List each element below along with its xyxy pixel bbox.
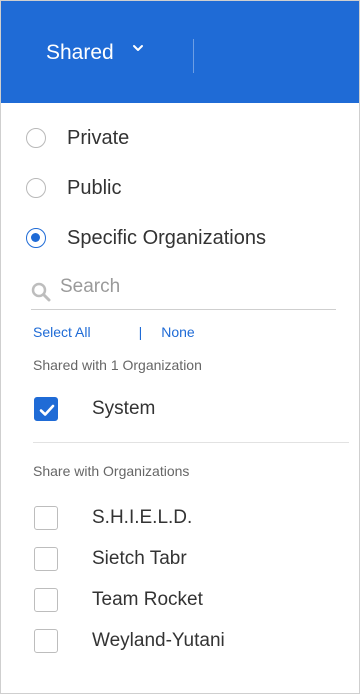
checkmark-icon	[39, 404, 55, 416]
radio-specific-organizations-control[interactable]	[26, 228, 46, 248]
share-section-label: Share with Organizations	[33, 463, 190, 479]
organization-search[interactable]: Search	[31, 271, 336, 310]
org-label-weyland-yutani: Weyland-Yutani	[92, 630, 225, 651]
radio-public-control[interactable]	[26, 178, 46, 198]
bulk-select-links: Select All | None	[33, 324, 195, 340]
org-label-system: System	[92, 398, 156, 419]
org-label-shield: S.H.I.E.L.D.	[92, 507, 193, 528]
org-label-team-rocket: Team Rocket	[92, 589, 203, 610]
link-separator: |	[138, 324, 143, 340]
radio-specific-organizations-label: Specific Organizations	[67, 226, 266, 249]
select-all-link[interactable]: Select All	[33, 324, 91, 340]
org-checkbox-shield[interactable]	[34, 506, 58, 530]
radio-private[interactable]: Private	[26, 125, 129, 151]
shared-section-label: Shared with 1 Organization	[33, 357, 202, 373]
radio-public[interactable]: Public	[26, 175, 121, 201]
select-none-link[interactable]: None	[161, 324, 194, 340]
radio-private-control[interactable]	[26, 128, 46, 148]
sharing-dropdown-label[interactable]: Shared	[46, 41, 114, 65]
chevron-down-icon[interactable]	[131, 43, 145, 55]
radio-public-label: Public	[67, 176, 122, 199]
org-item-weyland-yutani[interactable]: Weyland-Yutani	[34, 626, 225, 656]
org-label-sietch-tabr: Sietch Tabr	[92, 548, 187, 569]
search-input-placeholder[interactable]: Search	[60, 276, 120, 298]
radio-private-label: Private	[67, 126, 130, 149]
section-divider	[33, 442, 349, 443]
sharing-panel: Shared Private Public Specific Organizat…	[0, 0, 360, 694]
sharing-header: Shared	[1, 1, 359, 103]
org-checkbox-system[interactable]	[34, 397, 58, 421]
org-checkbox-team-rocket[interactable]	[34, 588, 58, 612]
org-item-team-rocket[interactable]: Team Rocket	[34, 585, 203, 615]
search-icon	[31, 282, 51, 302]
org-item-shield[interactable]: S.H.I.E.L.D.	[34, 503, 192, 533]
header-divider	[193, 39, 194, 73]
org-checkbox-sietch-tabr[interactable]	[34, 547, 58, 571]
org-item-system[interactable]: System	[34, 394, 155, 424]
org-item-sietch-tabr[interactable]: Sietch Tabr	[34, 544, 187, 574]
radio-specific-organizations[interactable]: Specific Organizations	[26, 225, 266, 251]
org-checkbox-weyland-yutani[interactable]	[34, 629, 58, 653]
